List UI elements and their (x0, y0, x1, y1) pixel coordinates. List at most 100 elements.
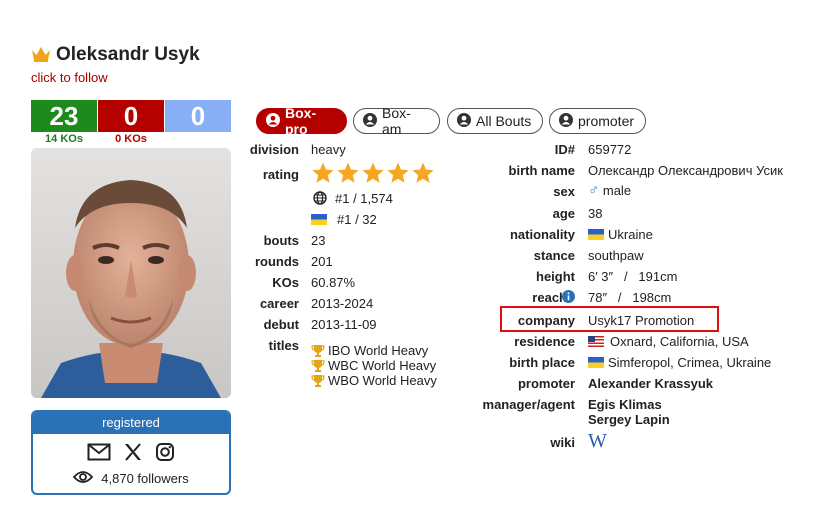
ukraine-flag-icon (588, 357, 604, 368)
user-icon (266, 112, 280, 130)
wins-ko-count: 14 KOs (45, 133, 83, 145)
title-item[interactable]: IBO World Heavy (311, 343, 428, 358)
residence-row: Oxnard, California, USA (588, 334, 749, 349)
bouts-label: bouts (263, 233, 299, 248)
male-icon: ♂ (588, 182, 600, 199)
tab-label: promoter (578, 113, 635, 129)
sex-value: male (602, 183, 632, 198)
user-icon (457, 112, 471, 130)
company-value[interactable]: Usyk17 Promotion (588, 313, 694, 328)
nationality-value: Ukraine (608, 227, 653, 242)
title-item[interactable]: WBC World Heavy (311, 358, 436, 373)
title-name: IBO World Heavy (328, 343, 429, 358)
kos-value: 60.87% (311, 275, 356, 290)
company-label: company (517, 313, 575, 328)
star-icon (312, 162, 334, 183)
eye-icon (73, 470, 94, 487)
rank-world-row: #1 / 1,574 (313, 191, 393, 206)
tab-promoter[interactable]: promoter (549, 108, 646, 134)
age-value: 38 (588, 206, 603, 221)
user-icon (559, 112, 573, 130)
star-icon (362, 162, 384, 183)
id-label: ID# (554, 142, 575, 157)
birth-name-value: Олександр Олександрович Усик (588, 163, 783, 178)
nationality-row: Ukraine (588, 227, 653, 242)
birth-name-label: birth name (508, 163, 575, 178)
ukraine-flag-icon (588, 229, 604, 240)
division-value: heavy (311, 142, 346, 157)
tab-box-pro[interactable]: Box-pro (256, 105, 347, 137)
id-value: 659772 (588, 142, 632, 157)
rating-stars (311, 161, 435, 185)
promoter-value[interactable]: Alexander Krassyuk (588, 376, 713, 391)
tab-box-am[interactable]: Box-am (353, 105, 440, 137)
trophy-icon (311, 345, 325, 357)
draws-count: 0 (165, 100, 231, 132)
title-name: WBO World Heavy (328, 373, 437, 388)
residence-label: residence (514, 334, 575, 349)
residence-value: Oxnard, California, USA (610, 334, 749, 349)
stance-label: stance (533, 248, 575, 263)
user-icon (363, 112, 377, 130)
height-label: height (536, 269, 575, 284)
registered-label: registered (33, 412, 229, 434)
trophy-icon (311, 360, 325, 372)
rank-world: #1 / 1,574 (335, 191, 393, 206)
age-label: age (552, 206, 575, 221)
star-icon (412, 162, 434, 183)
tab-label: All Bouts (476, 113, 532, 129)
registered-panel: registered 4,870 followers (31, 410, 231, 495)
title-name: WBC World Heavy (328, 358, 437, 373)
birth-place-value: Simferopol, Crimea, Ukraine (608, 355, 772, 370)
crown-icon (32, 47, 50, 62)
career-label: career (259, 296, 299, 311)
height-value: 6′ 3″ / 191cm (588, 269, 678, 284)
email-icon[interactable] (87, 442, 111, 462)
title-item[interactable]: WBO World Heavy (311, 373, 437, 388)
losses-ko-count: 0 KOs (115, 133, 147, 145)
info-icon[interactable] (562, 290, 575, 303)
promoter-label: promoter (517, 376, 575, 391)
usa-flag-icon (588, 336, 604, 347)
instagram-icon[interactable] (155, 442, 175, 462)
manager-value[interactable]: Sergey Lapin (588, 412, 670, 427)
losses-count: 0 (98, 100, 164, 132)
boxer-name: Oleksandr Usyk (56, 44, 200, 65)
division-label: division (249, 142, 299, 157)
star-icon (387, 162, 409, 183)
rating-label: rating (262, 167, 299, 182)
rounds-label: rounds (254, 254, 299, 269)
star-icon (337, 162, 359, 183)
rank-country: #1 / 32 (337, 212, 377, 227)
globe-icon (313, 191, 327, 205)
follow-link[interactable]: click to follow (31, 70, 108, 85)
kos-label: KOs (272, 275, 299, 290)
bouts-value: 23 (311, 233, 326, 248)
reach-value: 78″ / 198cm (588, 290, 672, 305)
tab-label: Box-am (382, 105, 411, 137)
stance-value: southpaw (588, 248, 644, 263)
wiki-label: wiki (550, 435, 575, 450)
tab-all-bouts[interactable]: All Bouts (447, 108, 543, 134)
rank-country-row: #1 / 32 (311, 212, 377, 227)
sex-label: sex (553, 184, 575, 199)
manager-value[interactable]: Egis Klimas (588, 397, 662, 412)
debut-value: 2013-11-09 (311, 317, 377, 332)
nationality-label: nationality (509, 227, 575, 242)
trophy-icon (311, 375, 325, 387)
boxer-photo (31, 148, 231, 398)
career-value: 2013-2024 (311, 296, 374, 311)
titles-label: titles (268, 338, 299, 353)
wins-count: 23 (31, 100, 97, 132)
x-twitter-icon[interactable] (123, 442, 143, 462)
sex-row: ♂ male (588, 182, 631, 199)
manager-label: manager/agent (482, 397, 575, 412)
tab-label: Box-pro (285, 105, 317, 137)
followers-count: 4,870 followers (101, 471, 189, 486)
birth-place-label: birth place (509, 355, 575, 370)
rounds-value: 201 (311, 254, 333, 269)
debut-label: debut (263, 317, 299, 332)
wikipedia-icon[interactable]: W (588, 430, 607, 453)
ukraine-flag-icon (311, 214, 327, 225)
birth-place-row: Simferopol, Crimea, Ukraine (588, 355, 771, 370)
